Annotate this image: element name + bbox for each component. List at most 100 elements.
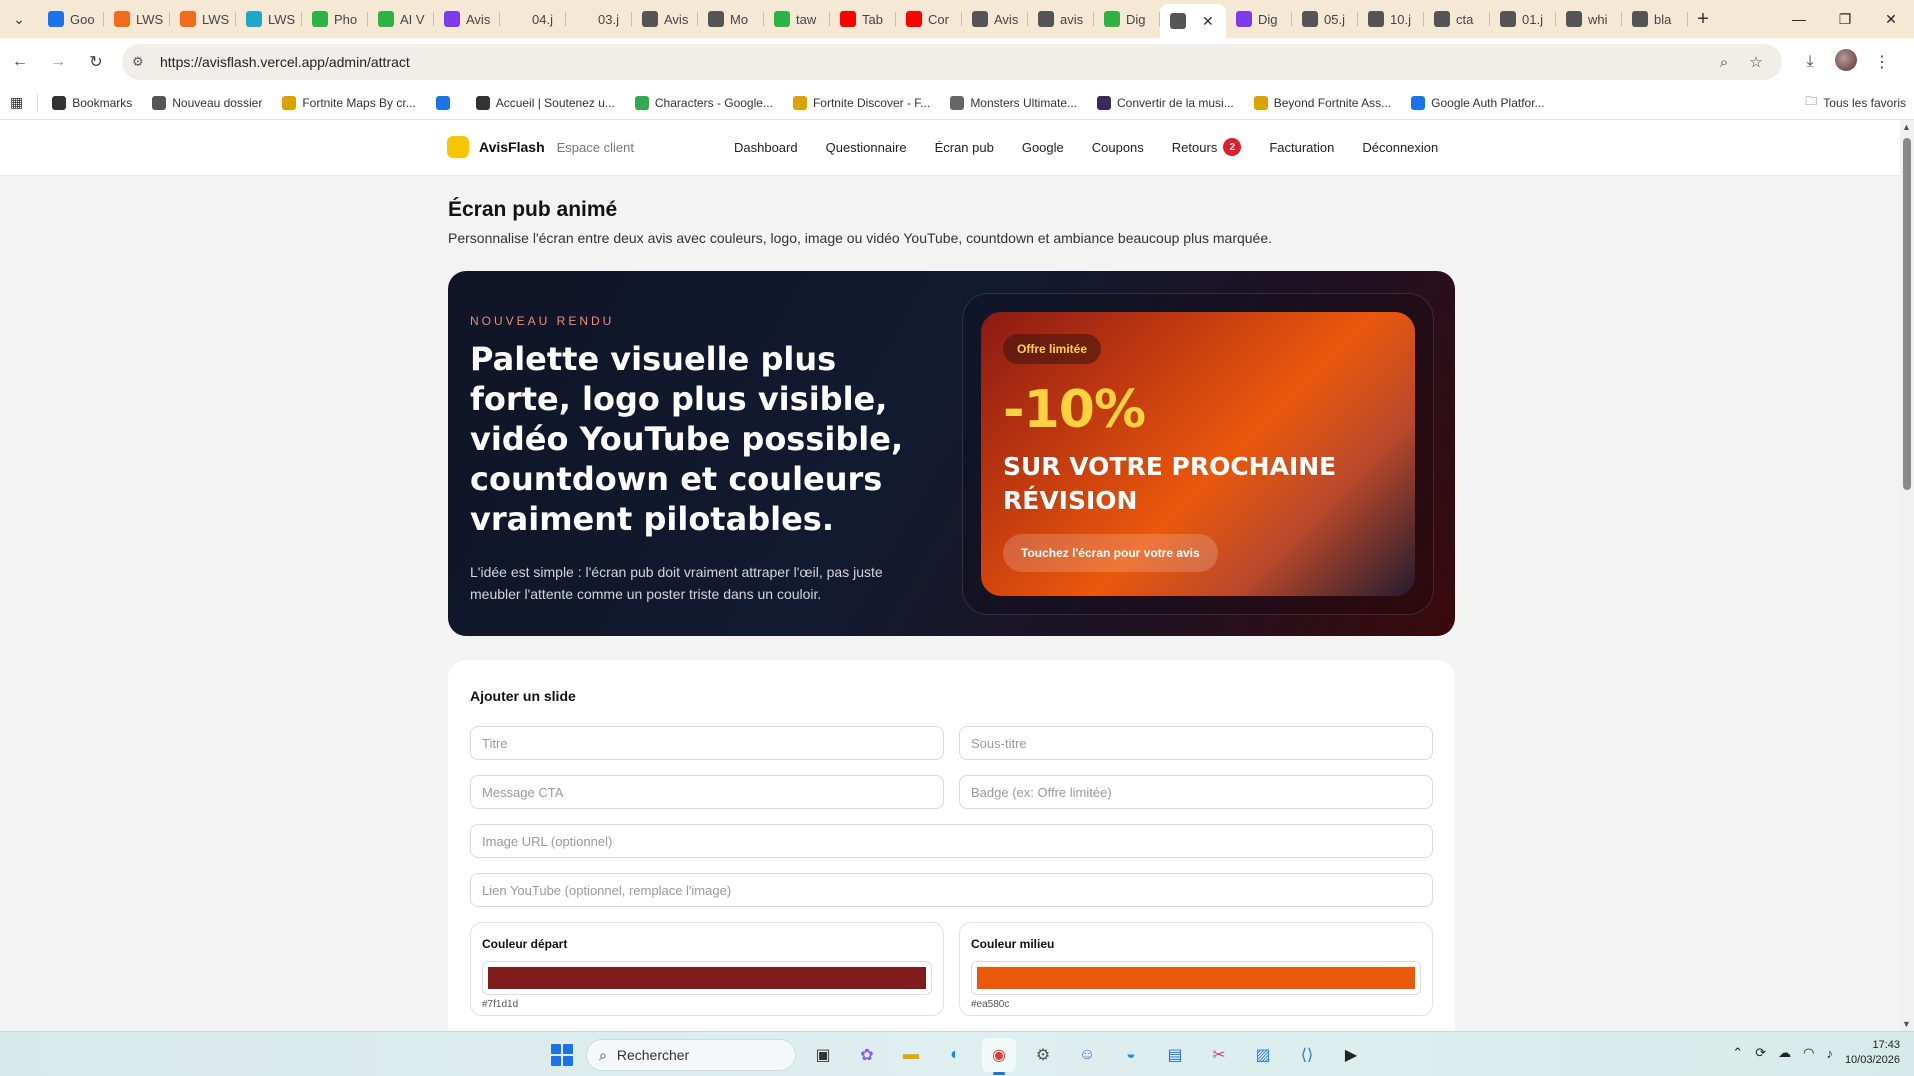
copilot-icon[interactable]: ✿: [850, 1038, 884, 1072]
apps-grid-icon[interactable]: ▦: [0, 94, 33, 111]
notepad-icon[interactable]: ▤: [1158, 1038, 1192, 1072]
cta-input[interactable]: [470, 775, 944, 809]
file-explorer-icon[interactable]: ▬: [894, 1038, 928, 1072]
nav-deconnexion[interactable]: Déconnexion: [1362, 140, 1438, 155]
photos-icon[interactable]: ▨: [1246, 1038, 1280, 1072]
tab-active[interactable]: ✕: [1160, 4, 1226, 38]
discord-icon[interactable]: ☺: [1070, 1038, 1104, 1072]
docker-icon[interactable]: ◒: [1114, 1038, 1148, 1072]
nav-retours[interactable]: Retours 2: [1172, 138, 1242, 156]
bookmark-item[interactable]: Google Auth Platfor...: [1401, 95, 1554, 110]
download-icon[interactable]: ⤓: [1792, 53, 1828, 71]
taskbar-search[interactable]: ⌕ Rechercher: [586, 1039, 796, 1071]
color-start-swatch[interactable]: [488, 967, 926, 989]
tab[interactable]: Dig: [1226, 4, 1292, 34]
nav-ecran-pub[interactable]: Écran pub: [935, 140, 994, 155]
bookmark-item[interactable]: Characters - Google...: [625, 95, 783, 110]
bookmark-item[interactable]: Convertir de la musi...: [1087, 95, 1244, 110]
bookmark-item[interactable]: Fortnite Maps By cr...: [272, 95, 425, 110]
tab[interactable]: Dig: [1094, 4, 1160, 34]
youtube-url-input[interactable]: [470, 873, 1433, 907]
tab[interactable]: LWS: [236, 4, 302, 34]
address-bar[interactable]: ⚙ https://avisflash.vercel.app/admin/att…: [122, 44, 1782, 80]
tab[interactable]: 03.j: [566, 4, 632, 34]
bookmark-item[interactable]: Bookmarks: [42, 95, 142, 110]
zoom-icon[interactable]: ⌕: [1708, 54, 1740, 71]
brand[interactable]: AvisFlash Espace client: [447, 136, 634, 158]
tab[interactable]: 05.j: [1292, 4, 1358, 34]
badge-input[interactable]: [959, 775, 1433, 809]
url-text[interactable]: https://avisflash.vercel.app/admin/attra…: [160, 54, 1708, 70]
nav-questionnaire[interactable]: Questionnaire: [826, 140, 907, 155]
bookmark-item[interactable]: [426, 95, 466, 110]
forward-button[interactable]: →: [40, 44, 76, 80]
windows-start-icon[interactable]: [548, 1041, 576, 1069]
edge-icon[interactable]: ◐: [938, 1038, 972, 1072]
tab[interactable]: avis: [1028, 4, 1094, 34]
profile-avatar[interactable]: [1828, 48, 1864, 76]
scrollbar-thumb[interactable]: [1903, 138, 1911, 490]
new-tab-button[interactable]: +: [1688, 8, 1718, 31]
tab[interactable]: whi: [1556, 4, 1622, 34]
tab[interactable]: Mo: [698, 4, 764, 34]
chrome-icon[interactable]: ◉: [982, 1038, 1016, 1075]
reload-button[interactable]: ↻: [78, 44, 114, 80]
clock[interactable]: 17:43 10/03/2026: [1845, 1038, 1900, 1068]
tab[interactable]: 10.j: [1358, 4, 1424, 34]
all-bookmarks-folder[interactable]: 🗀 Tous les favoris: [1795, 92, 1914, 113]
vscode-icon[interactable]: ⟨⟩: [1290, 1038, 1324, 1072]
color-start-picker[interactable]: [482, 961, 932, 995]
tab[interactable]: AI V: [368, 4, 434, 34]
restore-icon[interactable]: ❐: [1822, 0, 1868, 38]
terminal-icon[interactable]: ▶: [1334, 1038, 1368, 1072]
color-middle-picker[interactable]: [971, 961, 1421, 995]
tab[interactable]: Pho: [302, 4, 368, 34]
tab[interactable]: LWS: [104, 4, 170, 34]
browser-menu-icon[interactable]: ⋮: [1864, 52, 1900, 72]
tab[interactable]: LWS: [170, 4, 236, 34]
bookmark-item[interactable]: Nouveau dossier: [142, 95, 272, 110]
site-info-icon[interactable]: ⚙: [132, 54, 154, 70]
onedrive-icon[interactable]: ☁: [1778, 1045, 1791, 1061]
sync-icon[interactable]: ⟳: [1755, 1045, 1766, 1061]
bookmark-item[interactable]: Accueil | Soutenez u...: [466, 95, 625, 110]
nav-google[interactable]: Google: [1022, 140, 1064, 155]
tab[interactable]: bla: [1622, 4, 1688, 34]
scroll-up-icon[interactable]: ▲: [1902, 122, 1911, 132]
wifi-icon[interactable]: ◠: [1803, 1045, 1814, 1061]
title-input[interactable]: [470, 726, 944, 760]
settings-icon[interactable]: ⚙: [1026, 1038, 1060, 1072]
tab[interactable]: Avis: [632, 4, 698, 34]
close-tab-icon[interactable]: ✕: [1202, 13, 1214, 30]
close-window-icon[interactable]: ✕: [1868, 0, 1914, 38]
nav-dashboard[interactable]: Dashboard: [734, 140, 798, 155]
back-button[interactable]: ←: [2, 44, 38, 80]
nav-coupons[interactable]: Coupons: [1092, 140, 1144, 155]
tab-search-chevron-icon[interactable]: ⌄: [0, 0, 38, 38]
tab[interactable]: Cor: [896, 4, 962, 34]
snipping-tool-icon[interactable]: ✂: [1202, 1038, 1236, 1072]
bookmark-item[interactable]: Monsters Ultimate...: [940, 95, 1087, 110]
tab[interactable]: 04.j: [500, 4, 566, 34]
page-scrollbar[interactable]: ▲ ▼: [1900, 120, 1914, 1031]
bookmark-star-icon[interactable]: ☆: [1740, 53, 1772, 71]
tab[interactable]: Avis: [962, 4, 1028, 34]
tray-chevron-icon[interactable]: ⌃: [1732, 1045, 1743, 1061]
minimize-icon[interactable]: —: [1776, 0, 1822, 38]
image-url-input[interactable]: [470, 824, 1433, 858]
subtitle-input[interactable]: [959, 726, 1433, 760]
scroll-down-icon[interactable]: ▼: [1902, 1019, 1911, 1029]
tab[interactable]: taw: [764, 4, 830, 34]
tab[interactable]: cta: [1424, 4, 1490, 34]
tab[interactable]: Avis: [434, 4, 500, 34]
task-view-icon[interactable]: ▣: [806, 1038, 840, 1072]
bookmark-item[interactable]: Fortnite Discover - F...: [783, 95, 940, 110]
tab[interactable]: Tab: [830, 4, 896, 34]
bookmark-label: Beyond Fortnite Ass...: [1273, 95, 1392, 110]
tab[interactable]: Goo: [38, 4, 104, 34]
bookmark-item[interactable]: Beyond Fortnite Ass...: [1244, 95, 1401, 110]
nav-facturation[interactable]: Facturation: [1269, 140, 1334, 155]
volume-icon[interactable]: ♪: [1826, 1046, 1833, 1061]
color-middle-swatch[interactable]: [977, 967, 1415, 989]
tab[interactable]: 01.j: [1490, 4, 1556, 34]
